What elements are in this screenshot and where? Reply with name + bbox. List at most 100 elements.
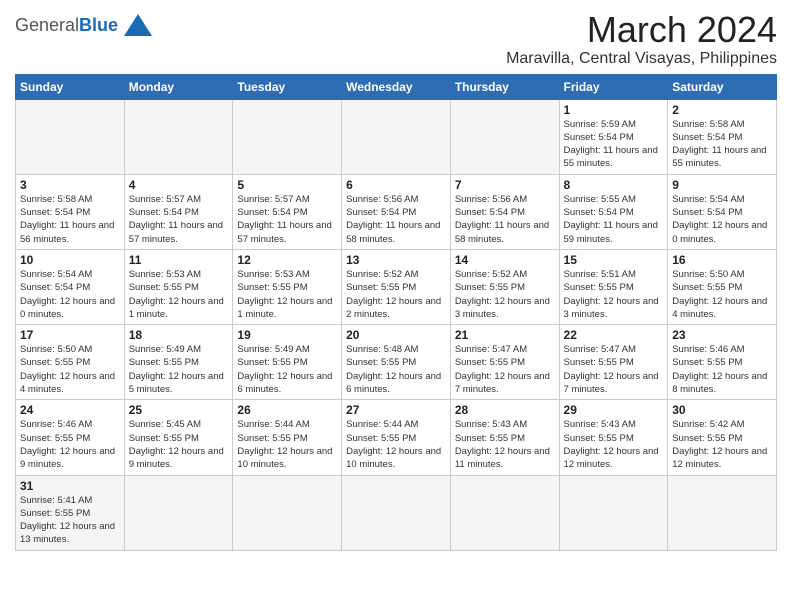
day-info: Sunrise: 5:41 AMSunset: 5:55 PMDaylight:… <box>20 494 120 547</box>
day-info: Sunrise: 5:42 AMSunset: 5:55 PMDaylight:… <box>672 418 772 471</box>
day-info: Sunrise: 5:46 AMSunset: 5:55 PMDaylight:… <box>672 343 772 396</box>
calendar-cell: 30Sunrise: 5:42 AMSunset: 5:55 PMDayligh… <box>668 400 777 475</box>
day-number: 19 <box>237 328 337 342</box>
day-info: Sunrise: 5:53 AMSunset: 5:55 PMDaylight:… <box>129 268 229 321</box>
header-tuesday: Tuesday <box>233 74 342 99</box>
calendar-cell: 28Sunrise: 5:43 AMSunset: 5:55 PMDayligh… <box>450 400 559 475</box>
day-number: 31 <box>20 479 120 493</box>
calendar-cell <box>124 475 233 550</box>
header-friday: Friday <box>559 74 668 99</box>
calendar-cell: 23Sunrise: 5:46 AMSunset: 5:55 PMDayligh… <box>668 325 777 400</box>
calendar-cell: 5Sunrise: 5:57 AMSunset: 5:54 PMDaylight… <box>233 174 342 249</box>
logo-text: GeneralBlue <box>15 16 118 34</box>
day-info: Sunrise: 5:54 AMSunset: 5:54 PMDaylight:… <box>20 268 120 321</box>
day-number: 10 <box>20 253 120 267</box>
day-number: 21 <box>455 328 555 342</box>
calendar-cell: 19Sunrise: 5:49 AMSunset: 5:55 PMDayligh… <box>233 325 342 400</box>
calendar-cell: 24Sunrise: 5:46 AMSunset: 5:55 PMDayligh… <box>16 400 125 475</box>
title-section: March 2024 Maravilla, Central Visayas, P… <box>506 10 777 68</box>
day-info: Sunrise: 5:52 AMSunset: 5:55 PMDaylight:… <box>455 268 555 321</box>
logo-triangle-icon <box>124 14 152 36</box>
calendar-cell: 18Sunrise: 5:49 AMSunset: 5:55 PMDayligh… <box>124 325 233 400</box>
day-number: 22 <box>564 328 664 342</box>
calendar-cell: 2Sunrise: 5:58 AMSunset: 5:54 PMDaylight… <box>668 99 777 174</box>
calendar-cell: 1Sunrise: 5:59 AMSunset: 5:54 PMDaylight… <box>559 99 668 174</box>
calendar-cell <box>342 99 451 174</box>
calendar-cell: 16Sunrise: 5:50 AMSunset: 5:55 PMDayligh… <box>668 249 777 324</box>
day-number: 7 <box>455 178 555 192</box>
day-info: Sunrise: 5:55 AMSunset: 5:54 PMDaylight:… <box>564 193 664 246</box>
day-number: 1 <box>564 103 664 117</box>
day-info: Sunrise: 5:45 AMSunset: 5:55 PMDaylight:… <box>129 418 229 471</box>
calendar-cell: 21Sunrise: 5:47 AMSunset: 5:55 PMDayligh… <box>450 325 559 400</box>
day-info: Sunrise: 5:56 AMSunset: 5:54 PMDaylight:… <box>346 193 446 246</box>
calendar-cell <box>16 99 125 174</box>
day-info: Sunrise: 5:44 AMSunset: 5:55 PMDaylight:… <box>346 418 446 471</box>
day-info: Sunrise: 5:51 AMSunset: 5:55 PMDaylight:… <box>564 268 664 321</box>
calendar-cell: 14Sunrise: 5:52 AMSunset: 5:55 PMDayligh… <box>450 249 559 324</box>
day-number: 24 <box>20 403 120 417</box>
day-number: 25 <box>129 403 229 417</box>
calendar-table: SundayMondayTuesdayWednesdayThursdayFrid… <box>15 74 777 551</box>
calendar-week-row: 1Sunrise: 5:59 AMSunset: 5:54 PMDaylight… <box>16 99 777 174</box>
day-info: Sunrise: 5:50 AMSunset: 5:55 PMDaylight:… <box>672 268 772 321</box>
calendar-week-row: 31Sunrise: 5:41 AMSunset: 5:55 PMDayligh… <box>16 475 777 550</box>
calendar-cell <box>342 475 451 550</box>
calendar-cell <box>450 475 559 550</box>
day-info: Sunrise: 5:54 AMSunset: 5:54 PMDaylight:… <box>672 193 772 246</box>
day-number: 30 <box>672 403 772 417</box>
day-info: Sunrise: 5:47 AMSunset: 5:55 PMDaylight:… <box>564 343 664 396</box>
logo: GeneralBlue <box>15 14 152 36</box>
calendar-cell: 31Sunrise: 5:41 AMSunset: 5:55 PMDayligh… <box>16 475 125 550</box>
header-thursday: Thursday <box>450 74 559 99</box>
day-info: Sunrise: 5:48 AMSunset: 5:55 PMDaylight:… <box>346 343 446 396</box>
calendar-week-row: 17Sunrise: 5:50 AMSunset: 5:55 PMDayligh… <box>16 325 777 400</box>
location-title: Maravilla, Central Visayas, Philippines <box>506 50 777 68</box>
day-number: 20 <box>346 328 446 342</box>
calendar-cell: 13Sunrise: 5:52 AMSunset: 5:55 PMDayligh… <box>342 249 451 324</box>
calendar-cell: 22Sunrise: 5:47 AMSunset: 5:55 PMDayligh… <box>559 325 668 400</box>
day-number: 18 <box>129 328 229 342</box>
header-monday: Monday <box>124 74 233 99</box>
calendar-cell <box>559 475 668 550</box>
day-info: Sunrise: 5:58 AMSunset: 5:54 PMDaylight:… <box>672 118 772 171</box>
day-info: Sunrise: 5:57 AMSunset: 5:54 PMDaylight:… <box>129 193 229 246</box>
day-info: Sunrise: 5:46 AMSunset: 5:55 PMDaylight:… <box>20 418 120 471</box>
calendar-cell <box>668 475 777 550</box>
day-number: 29 <box>564 403 664 417</box>
day-number: 23 <box>672 328 772 342</box>
day-number: 9 <box>672 178 772 192</box>
calendar-cell: 29Sunrise: 5:43 AMSunset: 5:55 PMDayligh… <box>559 400 668 475</box>
day-number: 5 <box>237 178 337 192</box>
day-info: Sunrise: 5:43 AMSunset: 5:55 PMDaylight:… <box>455 418 555 471</box>
day-info: Sunrise: 5:53 AMSunset: 5:55 PMDaylight:… <box>237 268 337 321</box>
day-info: Sunrise: 5:50 AMSunset: 5:55 PMDaylight:… <box>20 343 120 396</box>
calendar-week-row: 10Sunrise: 5:54 AMSunset: 5:54 PMDayligh… <box>16 249 777 324</box>
calendar-week-row: 24Sunrise: 5:46 AMSunset: 5:55 PMDayligh… <box>16 400 777 475</box>
calendar-cell: 26Sunrise: 5:44 AMSunset: 5:55 PMDayligh… <box>233 400 342 475</box>
calendar-cell: 27Sunrise: 5:44 AMSunset: 5:55 PMDayligh… <box>342 400 451 475</box>
day-info: Sunrise: 5:44 AMSunset: 5:55 PMDaylight:… <box>237 418 337 471</box>
page-header: GeneralBlue March 2024 Maravilla, Centra… <box>15 10 777 68</box>
day-number: 8 <box>564 178 664 192</box>
day-number: 13 <box>346 253 446 267</box>
calendar-cell <box>450 99 559 174</box>
day-number: 26 <box>237 403 337 417</box>
calendar-cell: 17Sunrise: 5:50 AMSunset: 5:55 PMDayligh… <box>16 325 125 400</box>
day-number: 4 <box>129 178 229 192</box>
day-number: 14 <box>455 253 555 267</box>
calendar-cell: 20Sunrise: 5:48 AMSunset: 5:55 PMDayligh… <box>342 325 451 400</box>
day-number: 16 <box>672 253 772 267</box>
day-number: 2 <box>672 103 772 117</box>
header-saturday: Saturday <box>668 74 777 99</box>
calendar-cell <box>233 99 342 174</box>
calendar-cell: 3Sunrise: 5:58 AMSunset: 5:54 PMDaylight… <box>16 174 125 249</box>
calendar-week-row: 3Sunrise: 5:58 AMSunset: 5:54 PMDaylight… <box>16 174 777 249</box>
day-info: Sunrise: 5:57 AMSunset: 5:54 PMDaylight:… <box>237 193 337 246</box>
calendar-cell: 12Sunrise: 5:53 AMSunset: 5:55 PMDayligh… <box>233 249 342 324</box>
day-number: 27 <box>346 403 446 417</box>
calendar-cell: 9Sunrise: 5:54 AMSunset: 5:54 PMDaylight… <box>668 174 777 249</box>
day-number: 17 <box>20 328 120 342</box>
day-number: 6 <box>346 178 446 192</box>
day-number: 15 <box>564 253 664 267</box>
